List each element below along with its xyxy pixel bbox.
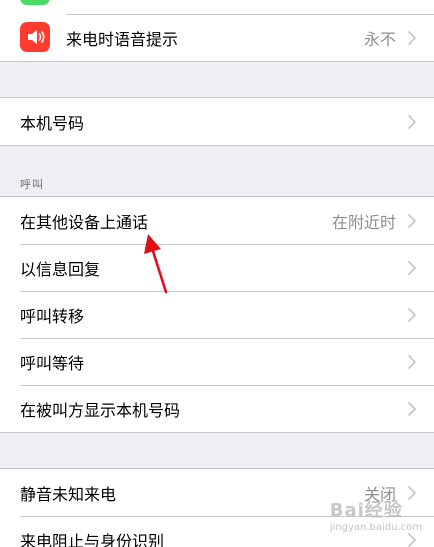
- my-number-row[interactable]: 本机号码: [0, 98, 434, 145]
- announce-calls-value: 永不: [363, 29, 396, 49]
- speaker-wave-icon: [20, 22, 50, 52]
- respond-with-text-label: 以信息回复: [20, 259, 101, 279]
- chevron-right-icon: [408, 401, 416, 416]
- my-number-group: 本机号码: [0, 97, 434, 146]
- chevron-right-icon: [408, 260, 416, 275]
- call-waiting-row[interactable]: 呼叫等待: [0, 338, 434, 385]
- baidu-jingyan-watermark: Bai经验 jingyan.baidu.com: [330, 496, 422, 533]
- calls-on-other-devices-row[interactable]: 在其他设备上通话 在附近时: [0, 197, 434, 244]
- chevron-right-icon: [408, 30, 416, 45]
- chevron-right-icon: [408, 307, 416, 322]
- chevron-right-icon: [408, 532, 416, 547]
- respond-with-text-row[interactable]: 以信息回复: [0, 244, 434, 291]
- silence-unknown-callers-label: 静音未知来电: [20, 484, 117, 504]
- chevron-right-icon: [408, 354, 416, 369]
- show-caller-id-row[interactable]: 在被叫方显示本机号码: [0, 385, 434, 432]
- announce-calls-label: 来电时语音提示: [66, 29, 179, 49]
- call-waiting-label: 呼叫等待: [20, 353, 85, 373]
- calls-group: 在其他设备上通话 在附近时 以信息回复 呼叫转移 呼叫等待 在被叫方显示本机号码: [0, 196, 434, 433]
- phone-settings-screen: 来电时语音提示 永不 本机号码 呼叫 在其他设备上通话 在附近时 以信息回复 呼…: [0, 0, 434, 547]
- watermark-url: jingyan.baidu.com: [329, 522, 422, 533]
- my-number-label: 本机号码: [20, 113, 85, 133]
- top-settings-group: 来电时语音提示 永不: [0, 0, 434, 62]
- announce-calls-row[interactable]: 来电时语音提示 永不: [0, 14, 434, 61]
- calls-on-other-devices-label: 在其他设备上通话: [20, 212, 149, 232]
- chevron-right-icon: [408, 114, 416, 129]
- call-blocking-label: 来电阻止与身份识别: [20, 531, 165, 547]
- call-forwarding-row[interactable]: 呼叫转移: [0, 291, 434, 338]
- green-app-icon: [20, 0, 50, 5]
- chevron-right-icon: [408, 213, 416, 228]
- watermark-brand: Bai经验: [329, 500, 403, 521]
- calls-section-header: 呼叫: [20, 178, 44, 191]
- call-forwarding-label: 呼叫转移: [20, 306, 85, 326]
- calls-on-other-devices-value: 在附近时: [331, 212, 396, 232]
- show-caller-id-label: 在被叫方显示本机号码: [20, 400, 181, 420]
- partial-top-row[interactable]: [0, 0, 434, 14]
